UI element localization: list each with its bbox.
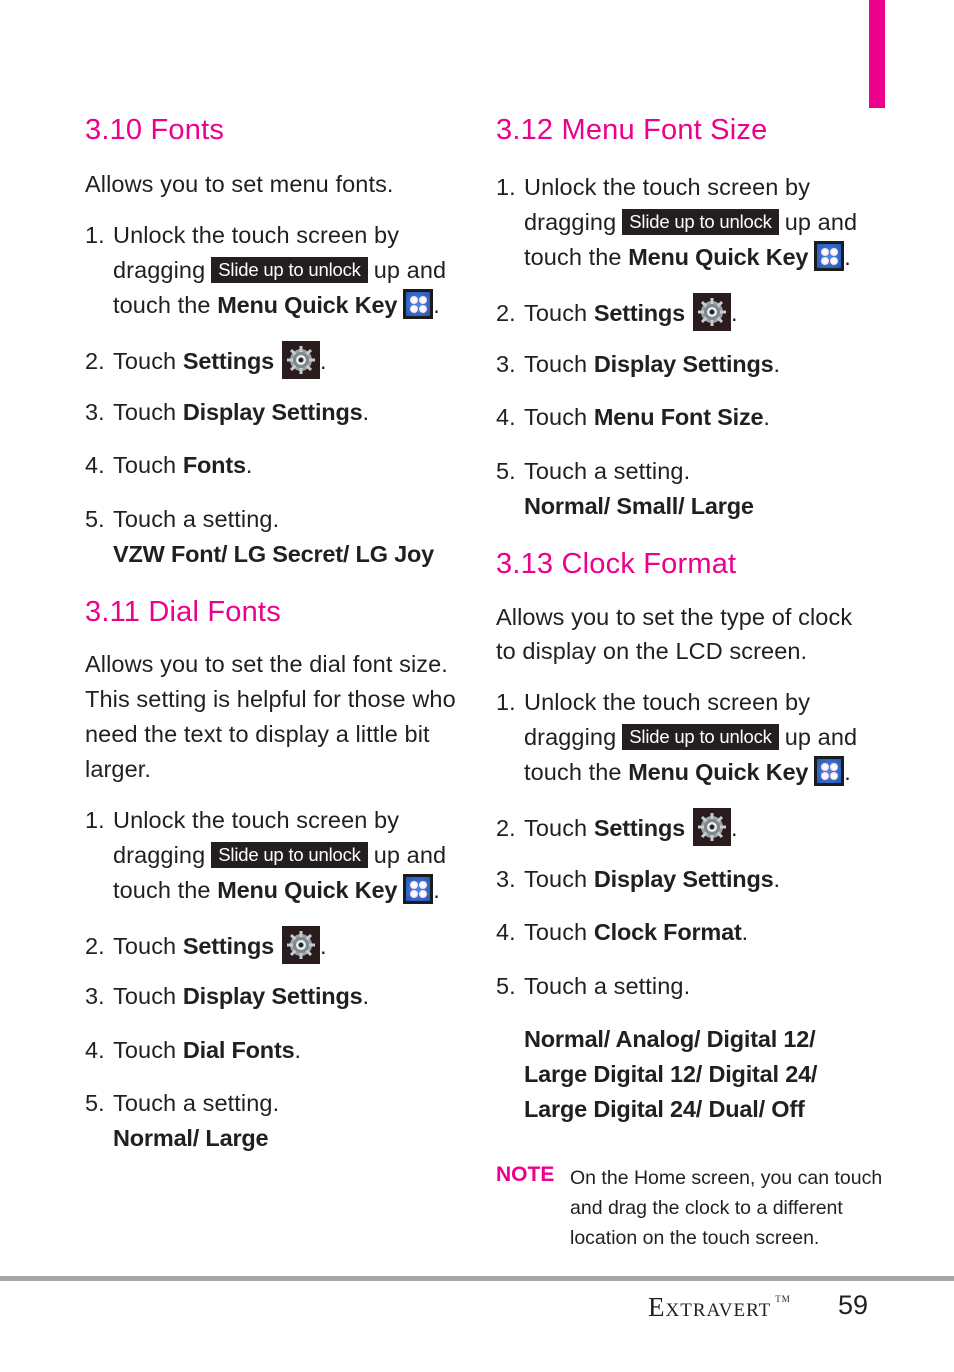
slide-to-unlock-label: Slide up to unlock bbox=[211, 257, 368, 283]
fonts-step-1: 1. Unlock the touch screen by bbox=[85, 222, 400, 248]
footer-divider bbox=[0, 1276, 954, 1281]
dial-fonts-intro-line-3: need the text to display a little bit bbox=[85, 721, 430, 747]
slide-to-unlock-label: Slide up to unlock bbox=[622, 209, 779, 235]
settings-gear-icon bbox=[281, 926, 320, 964]
chapter-tab-marker bbox=[869, 0, 885, 108]
slide-to-unlock-label: Slide up to unlock bbox=[622, 724, 779, 750]
dial-fonts-step-1-line3: touch the Menu Quick Key. bbox=[113, 873, 440, 908]
footer-brand: Extravert TM bbox=[648, 1292, 791, 1322]
settings-gear-icon bbox=[281, 341, 320, 379]
menu-font-size-step-3: 3. Touch Display Settings. bbox=[496, 351, 781, 377]
clock-format-options-line-3: Large Digital 24/ Dual/ Off bbox=[524, 1096, 805, 1122]
dial-fonts-step-1: 1. Unlock the touch screen by bbox=[85, 807, 400, 833]
clock-format-step-1-line3: touch the Menu Quick Key. bbox=[524, 755, 851, 790]
slide-to-unlock-label: Slide up to unlock bbox=[211, 842, 368, 868]
fonts-step-3: 3. Touch Display Settings. bbox=[85, 399, 370, 425]
settings-gear-icon bbox=[692, 293, 731, 331]
clock-format-options-line-2: Large Digital 12/ Digital 24/ bbox=[524, 1061, 818, 1087]
clock-format-step-5: 5. Touch a setting. bbox=[496, 973, 691, 999]
section-title-fonts: 3.10 Fonts bbox=[85, 114, 225, 146]
fonts-step-1-line2: dragging Slide up to unlock up and bbox=[113, 257, 447, 283]
menu-quick-key-icon bbox=[814, 756, 845, 786]
menu-font-size-options: Normal/ Small/ Large bbox=[524, 493, 754, 519]
menu-font-size-step-1-line2: dragging Slide up to unlock up and bbox=[524, 209, 858, 235]
menu-font-size-step-2: 2. Touch Settings. bbox=[496, 293, 738, 331]
settings-gear-icon bbox=[692, 808, 731, 846]
dial-fonts-intro-line-1: Allows you to set the dial font size. bbox=[85, 651, 448, 677]
clock-format-intro-line-1: Allows you to set the type of clock bbox=[496, 604, 853, 630]
menu-quick-key-icon bbox=[814, 241, 845, 271]
page-number: 59 bbox=[838, 1290, 869, 1320]
menu-quick-key-icon bbox=[403, 289, 434, 319]
clock-format-intro-line-2: to display on the LCD screen. bbox=[496, 638, 808, 664]
section-title-dial-fonts: 3.11 Dial Fonts bbox=[85, 596, 281, 628]
dial-fonts-intro-line-2: This setting is helpful for those who bbox=[85, 686, 456, 712]
dial-fonts-intro-line-4: larger. bbox=[85, 756, 152, 782]
dial-fonts-step-2: 2. Touch Settings. bbox=[85, 926, 327, 964]
clock-format-options-line-1: Normal/ Analog/ Digital 12/ bbox=[524, 1026, 816, 1052]
section-title-clock-format: 3.13 Clock Format bbox=[496, 548, 737, 580]
note-label: NOTE bbox=[496, 1163, 555, 1186]
dial-fonts-step-4: 4. Touch Dial Fonts. bbox=[85, 1037, 302, 1063]
fonts-intro: Allows you to set menu fonts. bbox=[85, 171, 394, 197]
clock-format-step-1-line2: dragging Slide up to unlock up and bbox=[524, 724, 858, 750]
menu-quick-key-icon bbox=[403, 874, 434, 904]
clock-format-step-2: 2. Touch Settings. bbox=[496, 808, 738, 846]
fonts-step-5: 5. Touch a setting. bbox=[85, 506, 280, 532]
clock-format-step-1: 1. Unlock the touch screen by bbox=[496, 689, 811, 715]
note-line-3: location on the touch screen. bbox=[570, 1227, 820, 1249]
menu-font-size-step-5: 5. Touch a setting. bbox=[496, 458, 691, 484]
menu-font-size-step-4: 4. Touch Menu Font Size. bbox=[496, 404, 771, 430]
note-line-1: On the Home screen, you can touch bbox=[570, 1167, 883, 1189]
dial-fonts-step-1-line2: dragging Slide up to unlock up and bbox=[113, 842, 447, 868]
fonts-options: VZW Font/ LG Secret/ LG Joy bbox=[113, 541, 435, 567]
fonts-step-2: 2. Touch Settings. bbox=[85, 341, 327, 379]
fonts-step-1-line3: touch the Menu Quick Key. bbox=[113, 288, 440, 323]
dial-fonts-options: Normal/ Large bbox=[113, 1125, 269, 1151]
dial-fonts-step-5: 5. Touch a setting. bbox=[85, 1090, 280, 1116]
note-line-2: and drag the clock to a different bbox=[570, 1197, 843, 1219]
trademark-symbol: TM bbox=[775, 1294, 791, 1304]
section-title-menu-font-size: 3.12 Menu Font Size bbox=[496, 114, 768, 146]
fonts-step-4: 4. Touch Fonts. bbox=[85, 452, 253, 478]
menu-font-size-step-1-line3: touch the Menu Quick Key. bbox=[524, 240, 851, 275]
clock-format-step-3: 3. Touch Display Settings. bbox=[496, 866, 781, 892]
dial-fonts-step-3: 3. Touch Display Settings. bbox=[85, 983, 370, 1009]
menu-font-size-step-1: 1. Unlock the touch screen by bbox=[496, 174, 811, 200]
clock-format-step-4: 4. Touch Clock Format. bbox=[496, 919, 749, 945]
